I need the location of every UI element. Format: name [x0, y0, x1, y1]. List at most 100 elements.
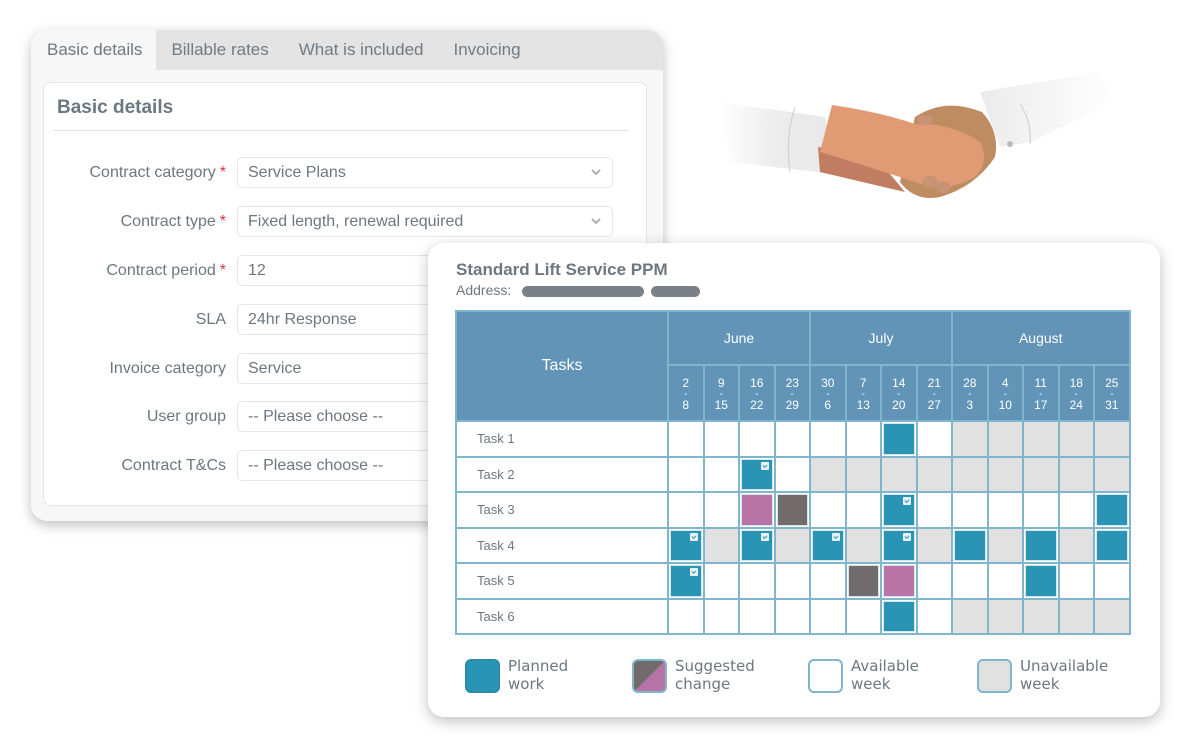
unavailable-week-cell[interactable]	[1057, 597, 1095, 635]
planned-fill	[1096, 494, 1128, 526]
week-start: 9	[717, 375, 725, 390]
available-week-cell[interactable]	[844, 597, 882, 635]
unavailable-week-cell[interactable]	[915, 455, 953, 493]
planned-work-cell[interactable]	[1093, 491, 1131, 529]
available-week-cell[interactable]	[773, 597, 811, 635]
field-label-text: Contract period	[106, 262, 216, 279]
available-week-cell[interactable]	[773, 562, 811, 600]
field-label-text: Contract category	[89, 164, 216, 181]
planned-fill	[1025, 565, 1057, 597]
planned-completed-cell[interactable]	[880, 491, 918, 529]
available-week-cell[interactable]	[667, 491, 705, 529]
task-name: Task 1	[455, 420, 669, 458]
available-week-cell[interactable]	[667, 597, 705, 635]
available-week-cell[interactable]	[915, 597, 953, 635]
suggested-change-source-cell[interactable]	[773, 491, 811, 529]
tab-invoicing[interactable]: Invoicing	[439, 30, 536, 70]
field-label: Contract T&Cs	[121, 457, 226, 475]
unavailable-week-cell[interactable]	[1022, 597, 1060, 635]
available-week-cell[interactable]	[1022, 491, 1060, 529]
contract-category-select[interactable]: Service Plans	[237, 157, 613, 188]
unavailable-week-cell[interactable]	[1057, 455, 1095, 493]
required-marker: *	[219, 213, 226, 230]
planned-completed-cell[interactable]	[667, 562, 705, 600]
tab-billable-rates[interactable]: Billable rates	[156, 30, 283, 70]
available-week-cell[interactable]	[986, 562, 1024, 600]
available-week-cell[interactable]	[702, 420, 740, 458]
available-week-cell[interactable]	[951, 491, 989, 529]
unavailable-week-cell[interactable]	[844, 455, 882, 493]
planned-work-cell[interactable]	[880, 597, 918, 635]
unavailable-week-cell[interactable]	[951, 597, 989, 635]
planned-completed-cell[interactable]	[809, 526, 847, 564]
available-week-cell[interactable]	[951, 562, 989, 600]
available-week-cell[interactable]	[667, 455, 705, 493]
available-week-cell[interactable]	[809, 597, 847, 635]
unavailable-week-cell[interactable]	[809, 455, 847, 493]
available-week-cell[interactable]	[773, 420, 811, 458]
available-week-cell[interactable]	[667, 420, 705, 458]
planned-fill	[883, 423, 915, 455]
available-week-cell[interactable]	[773, 455, 811, 493]
legend: Planned work Suggested change Available week U…	[465, 657, 1135, 697]
tab-what-is-included[interactable]: What is included	[284, 30, 439, 70]
unavailable-week-cell[interactable]	[915, 526, 953, 564]
week-header: 2-8	[667, 364, 705, 422]
unavailable-week-cell[interactable]	[1022, 455, 1060, 493]
unavailable-week-cell[interactable]	[1057, 526, 1095, 564]
week-header: 4-10	[986, 364, 1024, 422]
available-week-cell[interactable]	[915, 491, 953, 529]
unavailable-week-cell[interactable]	[951, 420, 989, 458]
unavailable-week-cell[interactable]	[986, 455, 1024, 493]
planned-completed-cell[interactable]	[738, 526, 776, 564]
unavailable-week-cell[interactable]	[1093, 597, 1131, 635]
available-week-cell[interactable]	[844, 491, 882, 529]
planned-work-cell[interactable]	[1093, 526, 1131, 564]
unavailable-week-cell[interactable]	[773, 526, 811, 564]
available-week-cell[interactable]	[738, 420, 776, 458]
unavailable-week-cell[interactable]	[880, 455, 918, 493]
available-week-cell[interactable]	[702, 597, 740, 635]
planned-work-cell[interactable]	[1022, 562, 1060, 600]
tab-basic-details[interactable]: Basic details	[31, 30, 157, 70]
suggested-change-target-cell[interactable]	[738, 491, 776, 529]
planned-completed-cell[interactable]	[667, 526, 705, 564]
available-week-cell[interactable]	[809, 420, 847, 458]
unavailable-week-cell[interactable]	[702, 526, 740, 564]
available-week-cell[interactable]	[738, 562, 776, 600]
available-week-cell[interactable]	[844, 420, 882, 458]
planned-work-cell[interactable]	[1022, 526, 1060, 564]
unavailable-week-cell[interactable]	[1093, 420, 1131, 458]
week-end: 15	[714, 397, 728, 412]
planned-work-cell[interactable]	[951, 526, 989, 564]
unavailable-week-cell[interactable]	[986, 526, 1024, 564]
available-week-cell[interactable]	[738, 597, 776, 635]
unavailable-week-cell[interactable]	[1093, 455, 1131, 493]
suggested-change-target-cell[interactable]	[880, 562, 918, 600]
planned-completed-cell[interactable]	[738, 455, 776, 493]
available-week-cell[interactable]	[702, 455, 740, 493]
available-week-cell[interactable]	[702, 562, 740, 600]
available-week-cell[interactable]	[915, 562, 953, 600]
planned-completed-cell[interactable]	[880, 526, 918, 564]
unavailable-week-cell[interactable]	[951, 455, 989, 493]
unavailable-week-cell[interactable]	[1057, 420, 1095, 458]
unavailable-week-cell[interactable]	[844, 526, 882, 564]
available-week-cell[interactable]	[1093, 562, 1131, 600]
available-week-cell[interactable]	[1057, 491, 1095, 529]
available-week-cell[interactable]	[915, 420, 953, 458]
legend-label-line1: Unavailable	[1020, 657, 1109, 675]
cuff-button	[1007, 141, 1013, 147]
available-week-cell[interactable]	[702, 491, 740, 529]
available-week-cell[interactable]	[986, 491, 1024, 529]
suggested-change-source-cell[interactable]	[844, 562, 882, 600]
unavailable-week-cell[interactable]	[1022, 420, 1060, 458]
available-week-cell[interactable]	[1057, 562, 1095, 600]
month-header: August	[951, 310, 1131, 366]
unavailable-week-cell[interactable]	[986, 597, 1024, 635]
unavailable-week-cell[interactable]	[986, 420, 1024, 458]
available-week-cell[interactable]	[809, 491, 847, 529]
contract-type-select[interactable]: Fixed length, renewal required	[237, 206, 613, 237]
planned-work-cell[interactable]	[880, 420, 918, 458]
available-week-cell[interactable]	[809, 562, 847, 600]
